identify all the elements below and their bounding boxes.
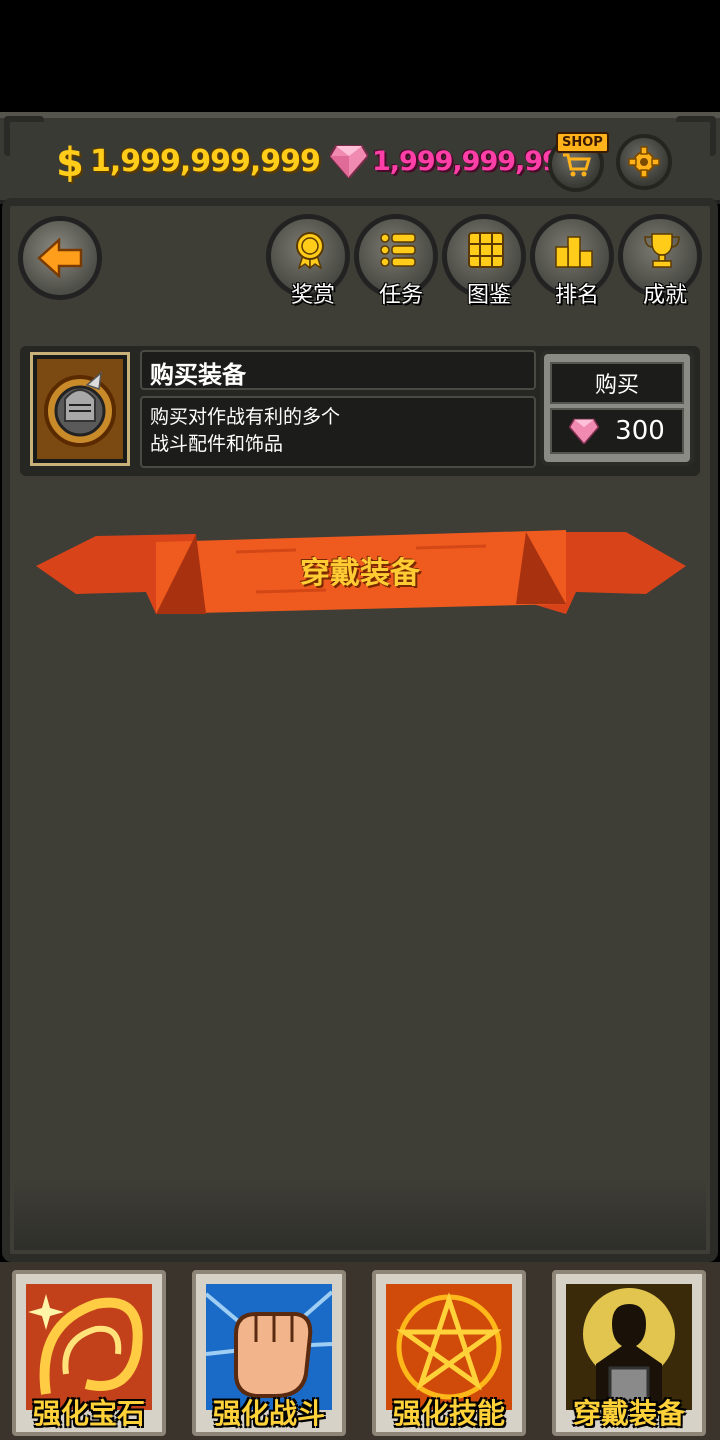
item-price: 300 — [615, 416, 665, 446]
nav-achievements-button[interactable]: 成就 — [618, 214, 702, 308]
tab-enhance-combat[interactable]: 强化战斗 — [192, 1270, 346, 1436]
tab-enhance-skills[interactable]: 强化技能 — [372, 1270, 526, 1436]
nav-codex-label: 图鉴 — [466, 283, 511, 308]
shop-tag: SHOP — [556, 132, 609, 153]
nav-rewards-label: 奖赏 — [290, 283, 335, 308]
nav-tasks-label: 任务 — [378, 283, 423, 308]
settings-button[interactable] — [616, 134, 672, 190]
nav-rewards-button[interactable]: 奖赏 — [266, 214, 350, 308]
gold-amount: 1,999,999,999 — [90, 144, 321, 179]
item-thumbnail — [30, 352, 130, 466]
medal-icon — [296, 232, 324, 269]
nav-achievements-label: 成就 — [642, 283, 687, 308]
tab-enhance-gems[interactable]: 强化宝石 — [12, 1270, 166, 1436]
item-desc-line1: 购买对作战有利的多个 — [150, 406, 341, 428]
arrow-left-icon — [37, 238, 83, 278]
frame-corner — [676, 116, 716, 156]
nav-codex-button[interactable]: 图鉴 — [442, 214, 526, 308]
gem-amount: 1,999,999,999 — [372, 146, 579, 177]
trophy-icon — [644, 233, 680, 268]
dollar-icon: $ — [56, 140, 84, 186]
tab-enhance-skills-label: 强化技能 — [392, 1397, 505, 1430]
podium-icon — [555, 236, 593, 268]
gear-icon — [628, 146, 660, 178]
frame-corner — [4, 116, 44, 156]
item-desc-line2: 战斗配件和饰品 — [150, 433, 284, 455]
buy-label: 购买 — [550, 362, 684, 404]
item-title-box: 购买装备 — [140, 350, 536, 390]
panel-shade — [14, 1180, 706, 1250]
tab-equip-gear-label: 穿戴装备 — [572, 1397, 685, 1430]
cart-icon — [563, 153, 591, 177]
buy-button[interactable]: 购买 300 — [540, 350, 694, 466]
gem-icon — [569, 418, 600, 444]
back-button[interactable] — [18, 216, 102, 300]
nav-ranking-label: 排名 — [554, 283, 599, 308]
gem-icon — [330, 145, 368, 178]
item-description-box: 购买对作战有利的多个 战斗配件和饰品 — [140, 396, 536, 468]
nav-tasks-button[interactable]: 任务 — [354, 214, 438, 308]
ribbon-title: 穿戴装备 — [300, 556, 420, 591]
price-box: 300 — [550, 408, 684, 454]
nav-ranking-button[interactable]: 排名 — [530, 214, 614, 308]
grid-icon — [468, 232, 504, 268]
tab-enhance-gems-label: 强化宝石 — [32, 1397, 145, 1430]
list-icon — [380, 233, 416, 267]
tab-equip-gear[interactable]: 穿戴装备 — [552, 1270, 706, 1436]
helmet-icon — [37, 359, 123, 459]
tab-enhance-combat-label: 强化战斗 — [212, 1397, 325, 1430]
item-title: 购买装备 — [150, 361, 246, 389]
